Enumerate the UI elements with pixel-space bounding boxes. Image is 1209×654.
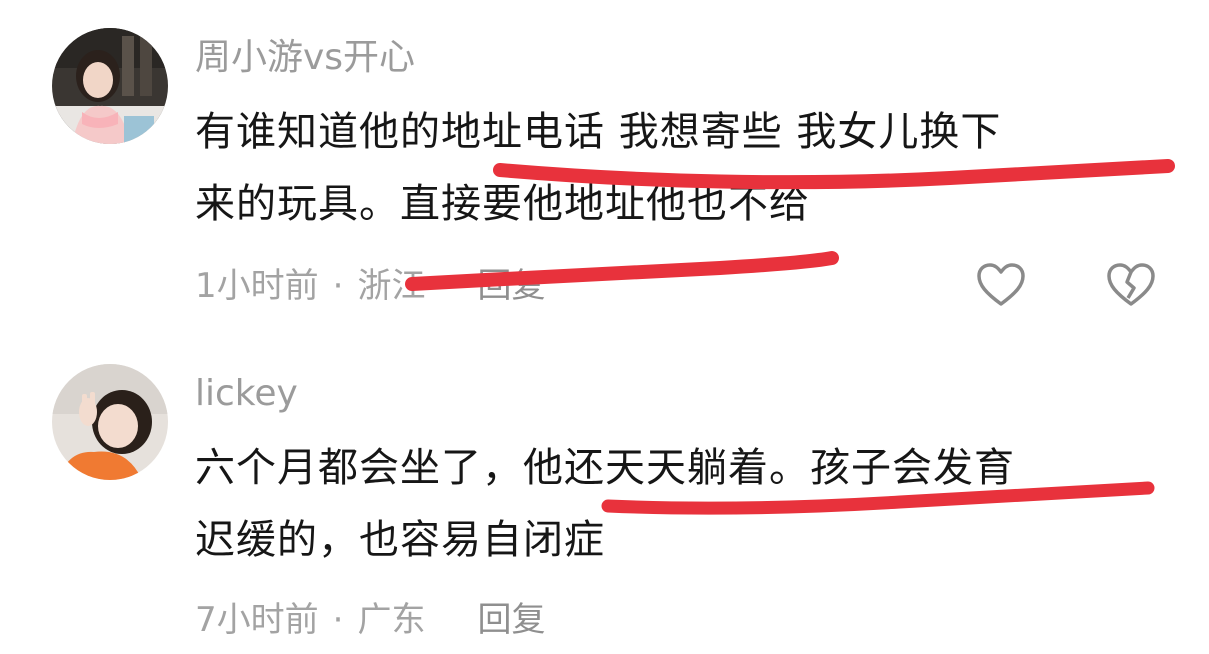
comment-location: 浙江 xyxy=(357,266,426,306)
comment-time: 1小时前 xyxy=(195,266,319,306)
comment-meta: 1小时前 · 浙江 回复 xyxy=(195,264,545,308)
dislike-button[interactable] xyxy=(1104,258,1158,312)
comment-text-line: 来的玩具。直接要他地址他也不给 xyxy=(195,181,810,227)
comment-username[interactable]: 周小游vs开心 xyxy=(195,36,415,80)
avatar[interactable] xyxy=(52,364,168,480)
comment-meta: 7小时前 · 广东 回复 xyxy=(195,598,545,642)
heart-outline-icon xyxy=(977,263,1025,306)
comment-text: 六个月都会坐了，他还天天躺着。孩子会发育 迟缓的，也容易自闭症 xyxy=(195,432,1185,576)
meta-separator: · xyxy=(332,600,344,640)
meta-separator: · xyxy=(332,266,344,306)
comment-text-line: 六个月都会坐了，他还天天躺着。孩子会发育 xyxy=(195,445,1015,491)
comment-text: 有谁知道他的地址电话 我想寄些 我女儿换下 来的玩具。直接要他地址他也不给 xyxy=(195,96,1185,240)
like-button[interactable] xyxy=(974,258,1028,312)
comment-username[interactable]: lickey xyxy=(195,372,298,416)
reply-button[interactable]: 回复 xyxy=(477,266,545,306)
comment-time: 7小时前 xyxy=(195,600,319,640)
broken-heart-icon xyxy=(1107,263,1155,306)
comment-location: 广东 xyxy=(357,600,426,640)
reply-button[interactable]: 回复 xyxy=(477,600,545,640)
comment-text-line: 有谁知道他的地址电话 我想寄些 我女儿换下 xyxy=(195,109,1002,155)
comment-text-line: 迟缓的，也容易自闭症 xyxy=(195,517,605,563)
avatar[interactable] xyxy=(52,28,168,144)
